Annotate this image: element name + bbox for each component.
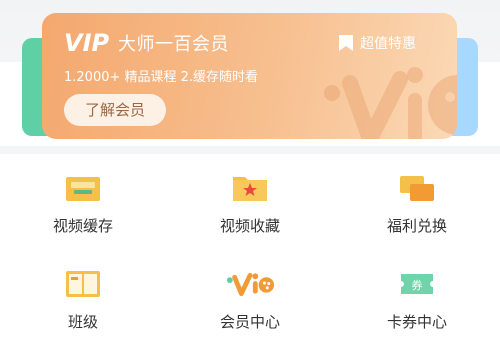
- feature-grid: 视频缓存 视频收藏 福利兑换 班级 会员中心 券 卡券中心: [0, 154, 500, 342]
- coupon-ticket-icon: 券: [401, 274, 433, 294]
- folder-star-icon: [233, 177, 267, 201]
- section-divider: [0, 146, 500, 154]
- grid-item-coupon-center[interactable]: 券 卡券中心: [352, 250, 482, 331]
- exchange-cards-icon: [400, 176, 434, 201]
- folder-download-icon: [66, 177, 100, 201]
- grid-item-member-center[interactable]: 会员中心: [185, 250, 315, 331]
- vip-logo-icon: [226, 272, 275, 297]
- bookmark-icon: [339, 35, 353, 51]
- vip-title: 大师一百会员: [118, 34, 229, 55]
- grid-item-class[interactable]: 班级: [18, 250, 148, 331]
- learn-membership-button[interactable]: 了解会员: [64, 94, 166, 126]
- top-banner-area: VIP 大师一百会员 超值特惠 1.2000+ 精品课程 2.缓存随时看 了解会…: [0, 0, 500, 150]
- coupon-icon-text: 券: [412, 278, 423, 292]
- vip-logo-text: VIP: [64, 29, 110, 55]
- vip-membership-banner[interactable]: VIP 大师一百会员 超值特惠 1.2000+ 精品课程 2.缓存随时看 了解会…: [42, 13, 457, 139]
- special-offer-label: 超值特惠: [360, 36, 416, 52]
- vip-watermark-icon: [324, 67, 457, 139]
- grid-item-label: 视频收藏: [219, 217, 280, 235]
- special-offer-badge[interactable]: 超值特惠: [338, 32, 416, 54]
- grid-item-label: 福利兑换: [386, 217, 447, 235]
- class-book-icon: [66, 271, 100, 297]
- vip-benefits-text: 1.2000+ 精品课程 2.缓存随时看: [64, 70, 259, 85]
- grid-item-label: 视频缓存: [52, 217, 113, 235]
- grid-item-label: 班级: [67, 313, 98, 331]
- grid-item-video-cache[interactable]: 视频缓存: [18, 154, 148, 235]
- grid-item-welfare-exchange[interactable]: 福利兑换: [352, 154, 482, 235]
- vip-logo-icon: VIP: [64, 29, 110, 55]
- grid-item-label: 卡券中心: [386, 313, 447, 331]
- grid-item-video-favorites[interactable]: 视频收藏: [185, 154, 315, 235]
- grid-item-label: 会员中心: [219, 313, 280, 331]
